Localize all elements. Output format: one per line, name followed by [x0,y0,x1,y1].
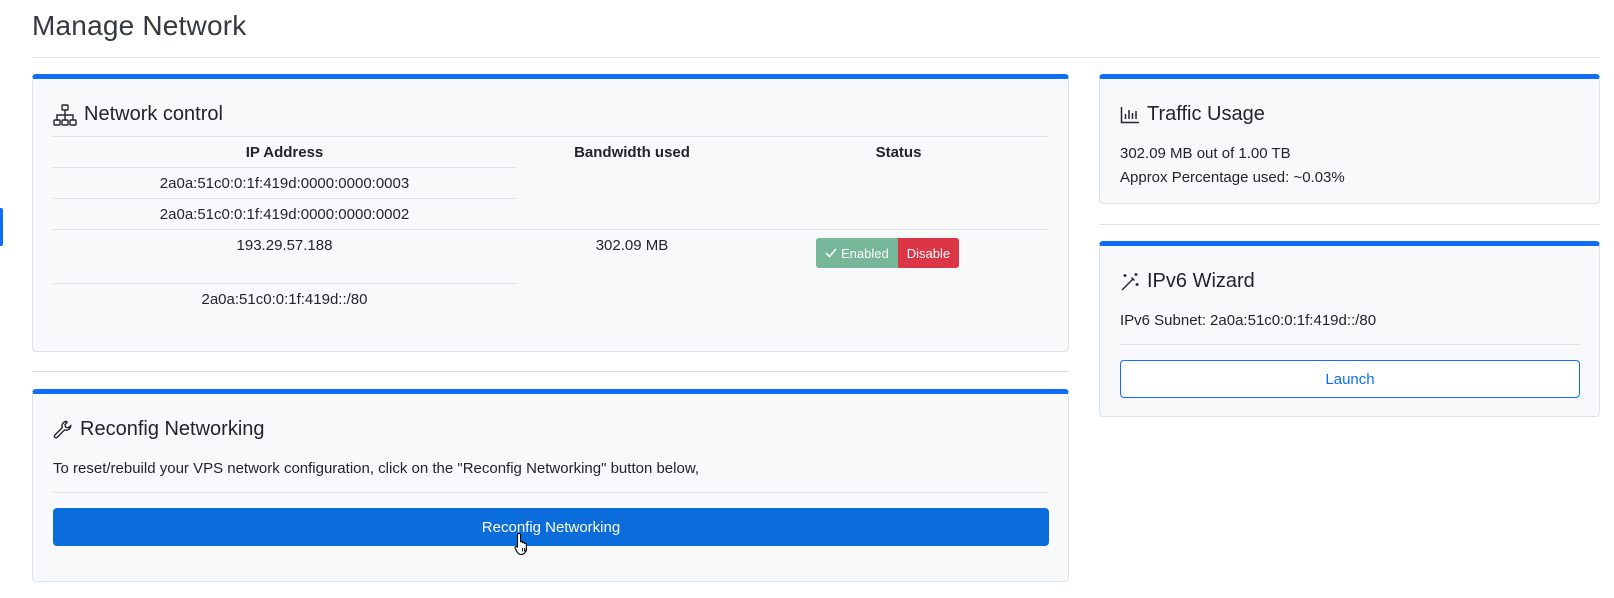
magic-wand-icon [1121,272,1139,290]
section-divider [32,371,1069,372]
ipv6-subnet-address: 2a0a:51c0:0:1f:419d::/80 [201,291,368,308]
reconfig-title: Reconfig Networking [80,418,265,440]
reconfig-networking-button[interactable]: Reconfig Networking [53,508,1049,546]
traffic-header: Traffic Usage [1120,103,1265,126]
network-control-header: Network control [53,103,223,126]
sitemap-icon [53,103,77,126]
traffic-title: Traffic Usage [1147,103,1265,125]
ipv4-address: 193.29.57.188 [236,237,333,254]
reconfig-header: Reconfig Networking [53,418,265,441]
ipv6-divider [1120,344,1580,345]
network-control-title: Network control [84,103,223,125]
enabled-badge: Enabled [816,238,898,268]
wrench-icon [53,420,72,439]
reconfig-divider [53,492,1049,493]
launch-button[interactable]: Launch [1120,360,1580,398]
enabled-label: Enabled [841,245,889,261]
traffic-usage-card: Traffic Usage 302.09 MB out of 1.00 TB A… [1099,74,1600,204]
bandwidth-used-value: 302.09 MB [595,237,669,254]
status-toggle-group: Enabled Disable [816,238,960,268]
ipv6-address: 2a0a:51c0:0:1f:419d:0000:0000:0003 [159,175,410,192]
disable-button[interactable]: Disable [897,238,960,268]
column-header-ip: IP Address [245,144,324,161]
sidebar-active-indicator [0,208,3,246]
section-divider [1099,224,1600,225]
check-icon [825,248,837,258]
page-title: Manage Network [32,10,247,41]
reconfig-networking-card: Reconfig Networking To reset/rebuild you… [32,389,1069,582]
ipv6-subnet-text: IPv6 Subnet: 2a0a:51c0:0:1f:419d::/80 [1120,312,1377,329]
network-control-card: Network control IP Address Bandwidth use… [32,74,1069,352]
ipv6-wizard-header: IPv6 Wizard [1120,270,1255,293]
ipv6-address: 2a0a:51c0:0:1f:419d:0000:0000:0002 [159,206,410,223]
column-header-status: Status [875,144,922,161]
traffic-usage-text: 302.09 MB out of 1.00 TB [1120,145,1291,162]
bar-chart-icon [1120,106,1139,123]
title-divider [32,57,1600,58]
traffic-percentage-text: Approx Percentage used: ~0.03% [1120,169,1345,186]
ipv6-wizard-card: IPv6 Wizard IPv6 Subnet: 2a0a:51c0:0:1f:… [1099,241,1600,417]
hand-cursor-icon [514,532,527,556]
column-header-bandwidth: Bandwidth used [574,144,690,161]
ipv6-wizard-title: IPv6 Wizard [1147,270,1255,292]
reconfig-description: To reset/rebuild your VPS network config… [53,460,699,477]
